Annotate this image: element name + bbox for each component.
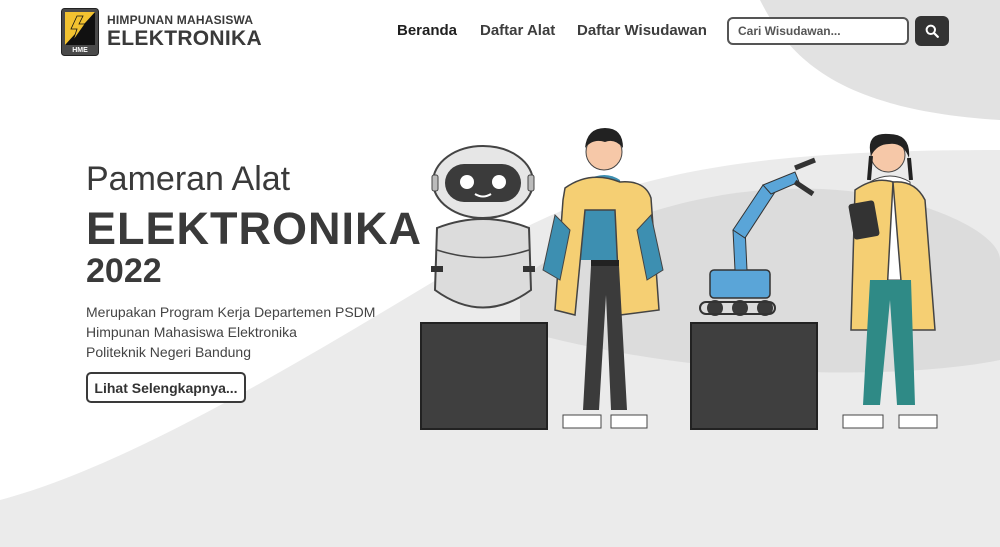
nav-daftar-wisudawan[interactable]: Daftar Wisudawan — [577, 22, 707, 39]
hero-illustration — [420, 128, 938, 430]
robot-figure — [431, 145, 535, 309]
hero-title-line2: ELEKTRONIKA — [86, 203, 422, 254]
pedestal — [420, 322, 548, 430]
pedestal — [690, 322, 818, 430]
see-more-button[interactable]: Lihat Selengkapnya... — [86, 372, 246, 403]
org-small-title: HIMPUNAN MAHASISWA — [107, 13, 254, 27]
logo-text: HME — [72, 47, 88, 54]
nav-beranda[interactable]: Beranda — [397, 22, 457, 39]
hero-title-year: 2022 — [86, 252, 162, 290]
robot-arm-figure — [699, 157, 816, 316]
search-button[interactable] — [915, 16, 949, 46]
hero-description-line: Politeknik Negeri Bandung — [86, 344, 251, 360]
hme-logo[interactable]: HME — [61, 8, 99, 56]
hero-description: Merupakan Program Kerja Departemen PSDM … — [86, 302, 375, 362]
woman-figure — [842, 133, 938, 429]
hero-description-line: Himpunan Mahasiswa Elektronika — [86, 324, 297, 340]
search-icon — [925, 24, 939, 38]
hero-description-line: Merupakan Program Kerja Departemen PSDM — [86, 304, 376, 320]
org-main-title: ELEKTRONIKA — [107, 27, 262, 50]
man-figure — [542, 128, 664, 429]
search-input[interactable] — [727, 17, 909, 45]
nav-daftar-alat[interactable]: Daftar Alat — [480, 22, 555, 39]
hero-title-line1: Pameran Alat — [86, 160, 291, 198]
site-header: HME HIMPUNAN MAHASISWA ELEKTRONIKA Beran… — [0, 0, 1000, 64]
